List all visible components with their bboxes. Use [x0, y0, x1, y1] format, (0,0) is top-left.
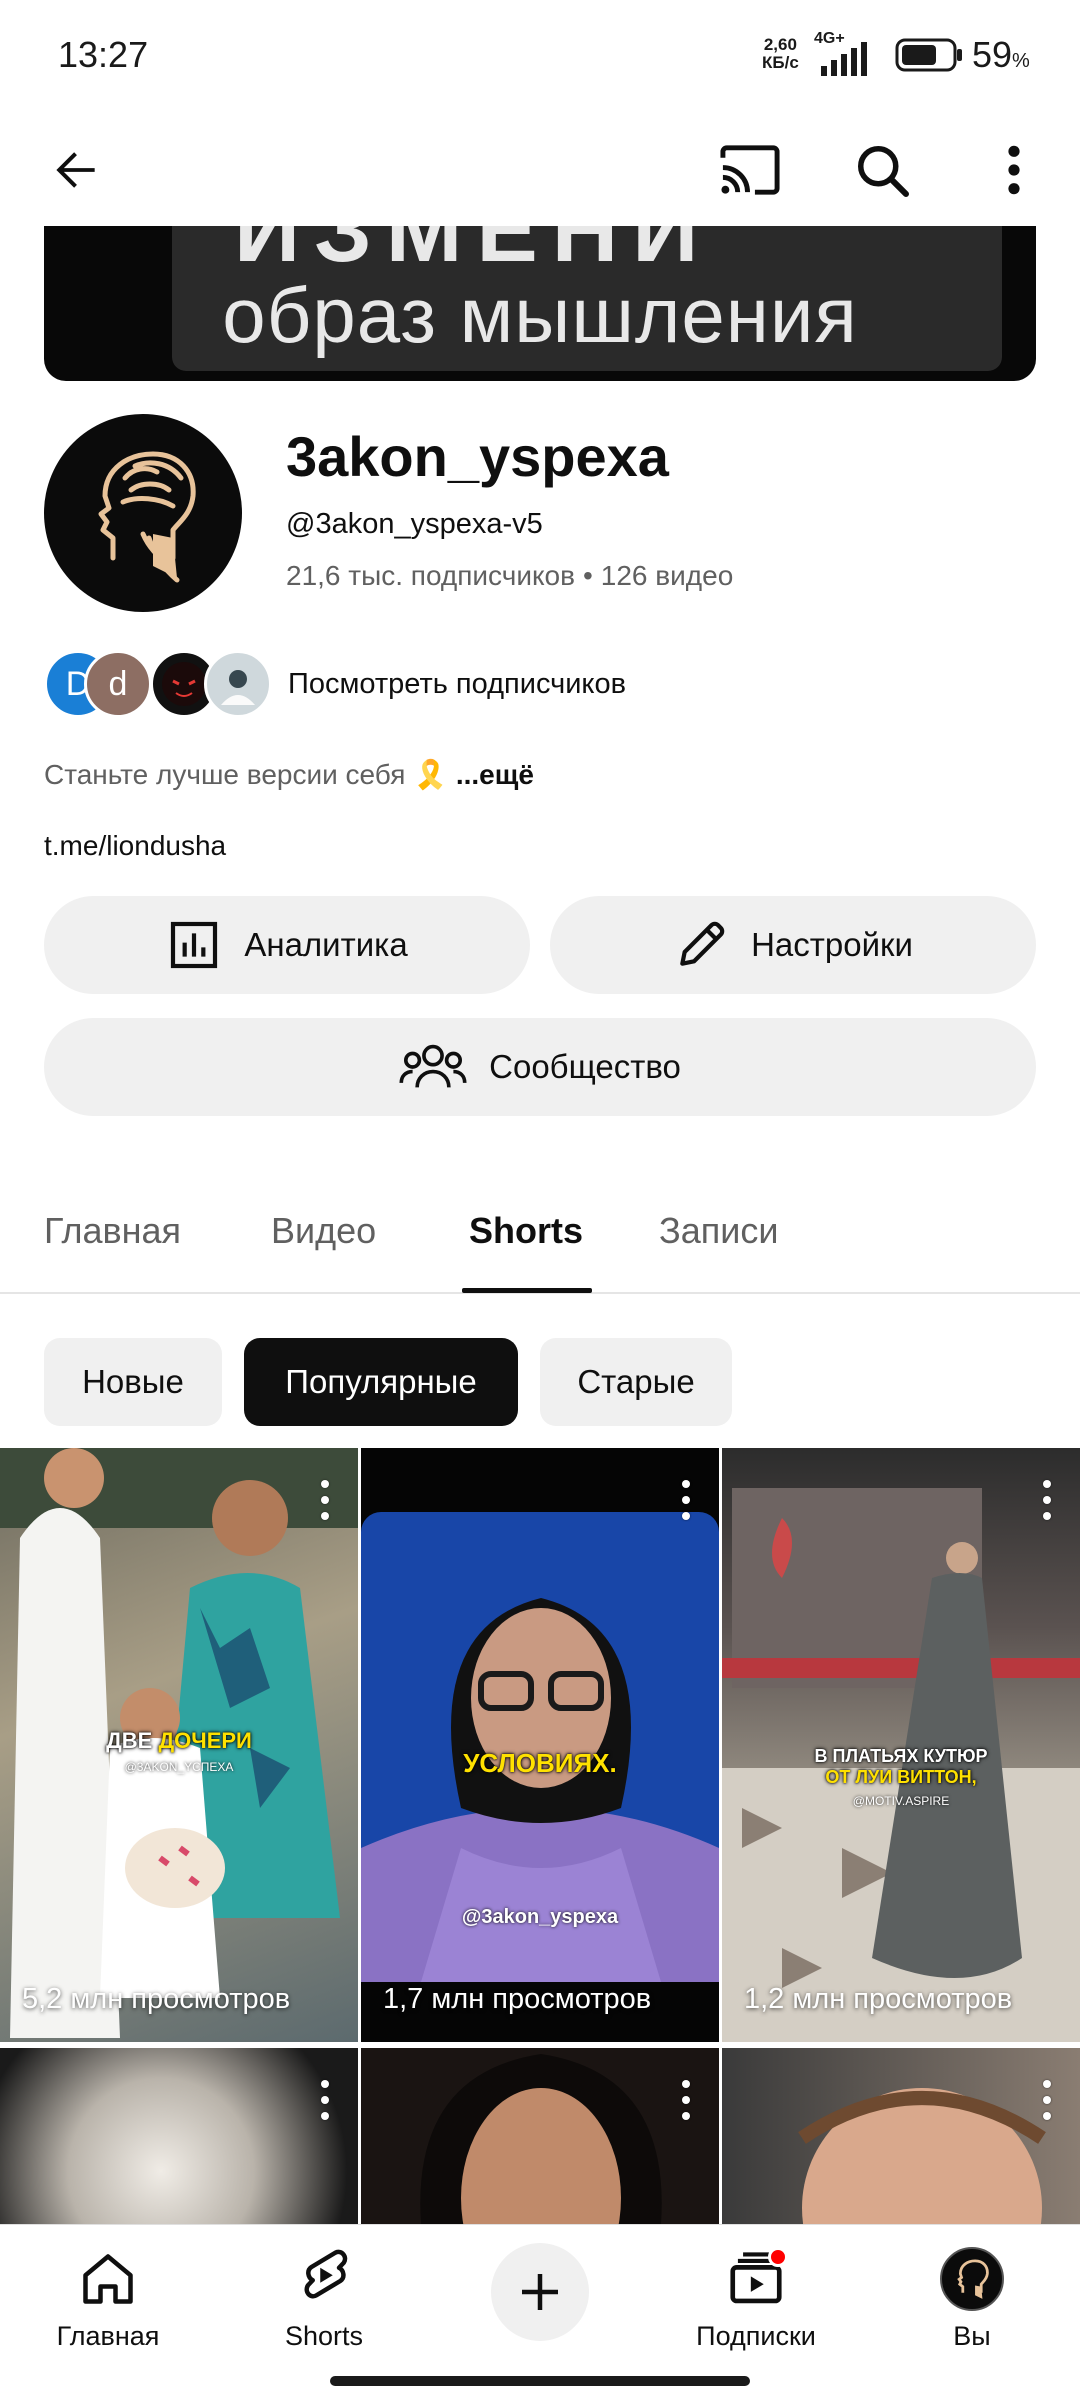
nav-you[interactable]: Вы: [892, 2241, 1052, 2352]
short-menu-button[interactable]: [679, 2080, 693, 2120]
short-thumbnail[interactable]: [0, 2048, 358, 2224]
pencil-icon: [673, 917, 729, 973]
chip-popular[interactable]: Популярные: [244, 1338, 518, 1426]
chip-oldest[interactable]: Старые: [540, 1338, 732, 1426]
create-button[interactable]: [491, 2243, 589, 2341]
nav-shorts[interactable]: Shorts: [244, 2241, 404, 2352]
channel-banner: ИЗМЕНИ образ мышления: [44, 226, 1036, 381]
tab-shorts[interactable]: Shorts: [469, 1210, 583, 1252]
channel-link[interactable]: t.me/liondusha: [44, 830, 226, 862]
short-menu-button[interactable]: [318, 2080, 332, 2120]
channel-description[interactable]: Станьте лучше версии себя 🎗️ ...ещё: [44, 758, 534, 791]
short-caption: В ПЛАТЬЯХ КУТЮР ОТ ЛУИ ВИТТОН,: [814, 1746, 988, 1787]
battery-percent: 59%: [972, 34, 1030, 75]
analytics-icon: [166, 917, 222, 973]
tab-videos[interactable]: Видео: [271, 1210, 376, 1252]
photo-avatar-icon: [221, 670, 255, 705]
tab-posts[interactable]: Записи: [659, 1210, 778, 1252]
tab-home[interactable]: Главная: [44, 1210, 181, 1252]
signal-icon: [821, 42, 867, 76]
search-button[interactable]: [842, 130, 922, 210]
profile-avatar: [940, 2247, 1004, 2311]
active-tab-indicator: [462, 1288, 592, 1293]
mask-avatar-icon: [162, 662, 206, 706]
short-watermark: @3akon_yspexa: [461, 1906, 619, 1928]
short-views: 1,7 млн просмотров: [383, 1983, 652, 2015]
back-button[interactable]: [36, 130, 116, 210]
view-subscribers-link[interactable]: Посмотреть подписчиков: [288, 668, 626, 701]
back-arrow-icon: [56, 152, 95, 188]
short-image: [722, 1488, 1080, 2042]
settings-button[interactable]: Настройки: [550, 896, 1036, 994]
plus-icon: [522, 2274, 558, 2310]
short-menu-button[interactable]: [679, 1480, 693, 1520]
top-app-bar: [0, 110, 1080, 230]
shorts-icon: [244, 2241, 404, 2317]
short-menu-button[interactable]: [1040, 2080, 1054, 2120]
short-image: [361, 1512, 719, 1982]
channel-avatar[interactable]: [44, 414, 242, 612]
short-views: 1,2 млн просмотров: [744, 1983, 1013, 2015]
notification-dot: [768, 2247, 788, 2267]
subscriptions-icon: [676, 2241, 836, 2317]
short-thumbnail[interactable]: ДВЕ ДОЧЕРИ @3AKON_YCПEXA 5,2 млн просмот…: [0, 1448, 358, 2042]
short-thumbnail[interactable]: [722, 2048, 1080, 2224]
people-icon: [399, 1039, 467, 1095]
short-image: [798, 2088, 1046, 2224]
channel-handle: @3akon_yspexa-v5: [286, 508, 543, 540]
short-menu-button[interactable]: [318, 1480, 332, 1520]
analytics-button[interactable]: Аналитика: [44, 896, 530, 994]
subscriber-avatars[interactable]: D d: [44, 650, 272, 718]
nav-home[interactable]: Главная: [28, 2241, 188, 2352]
home-icon: [28, 2241, 188, 2317]
bottom-navigation: Главная Shorts Подписки Вы: [0, 2224, 1080, 2400]
short-thumbnail[interactable]: [361, 2048, 719, 2224]
search-icon: [858, 146, 909, 197]
more-options-button[interactable]: [974, 130, 1054, 210]
subscriber-count: 21,6 тыс. подписчиков: [286, 560, 575, 591]
cast-icon: [720, 145, 780, 195]
avatar: d: [84, 650, 152, 718]
short-thumbnail[interactable]: УСЛОВИЯХ. @3akon_yspexa 1,7 млн просмотр…: [361, 1448, 719, 2042]
avatar: [204, 650, 272, 718]
more-vert-icon: [1008, 145, 1020, 195]
short-thumbnail[interactable]: В ПЛАТЬЯХ КУТЮР ОТ ЛУИ ВИТТОН, @MOTIV.AS…: [722, 1448, 1080, 2042]
status-time: 13:27: [58, 34, 149, 75]
chip-newest[interactable]: Новые: [44, 1338, 222, 1426]
channel-stats: 21,6 тыс. подписчиков • 126 видео: [286, 560, 734, 591]
nav-subscriptions[interactable]: Подписки: [676, 2241, 836, 2352]
channel-title: 3akon_yspexa: [286, 425, 669, 488]
gesture-bar: [330, 2376, 750, 2386]
channel-tabs: Главная Видео Shorts Записи: [0, 1180, 1080, 1294]
network-speed: 2,60 КБ/с: [762, 35, 799, 72]
short-views: 5,2 млн просмотров: [22, 1983, 291, 2015]
description-more[interactable]: ...ещё: [456, 759, 534, 790]
short-menu-button[interactable]: [1040, 1480, 1054, 1520]
battery-icon: [895, 38, 962, 72]
short-image: [420, 2054, 662, 2224]
video-count: 126 видео: [600, 560, 734, 591]
short-watermark: @3AKON_YCПEXA: [124, 1760, 234, 1774]
brain-head-logo-icon: [957, 2259, 989, 2299]
short-caption: УСЛОВИЯХ.: [463, 1748, 617, 1778]
banner-text: образ мышления: [222, 271, 858, 359]
cast-button[interactable]: [710, 130, 790, 210]
short-watermark: @MOTIV.ASPIRE: [852, 1794, 950, 1808]
status-bar: 13:27 2,60 КБ/с 4G+ 59%: [0, 0, 1080, 110]
brain-head-logo-icon: [98, 451, 196, 583]
short-caption: ДВЕ ДОЧЕРИ: [106, 1728, 252, 1753]
community-button[interactable]: Сообщество: [44, 1018, 1036, 1116]
